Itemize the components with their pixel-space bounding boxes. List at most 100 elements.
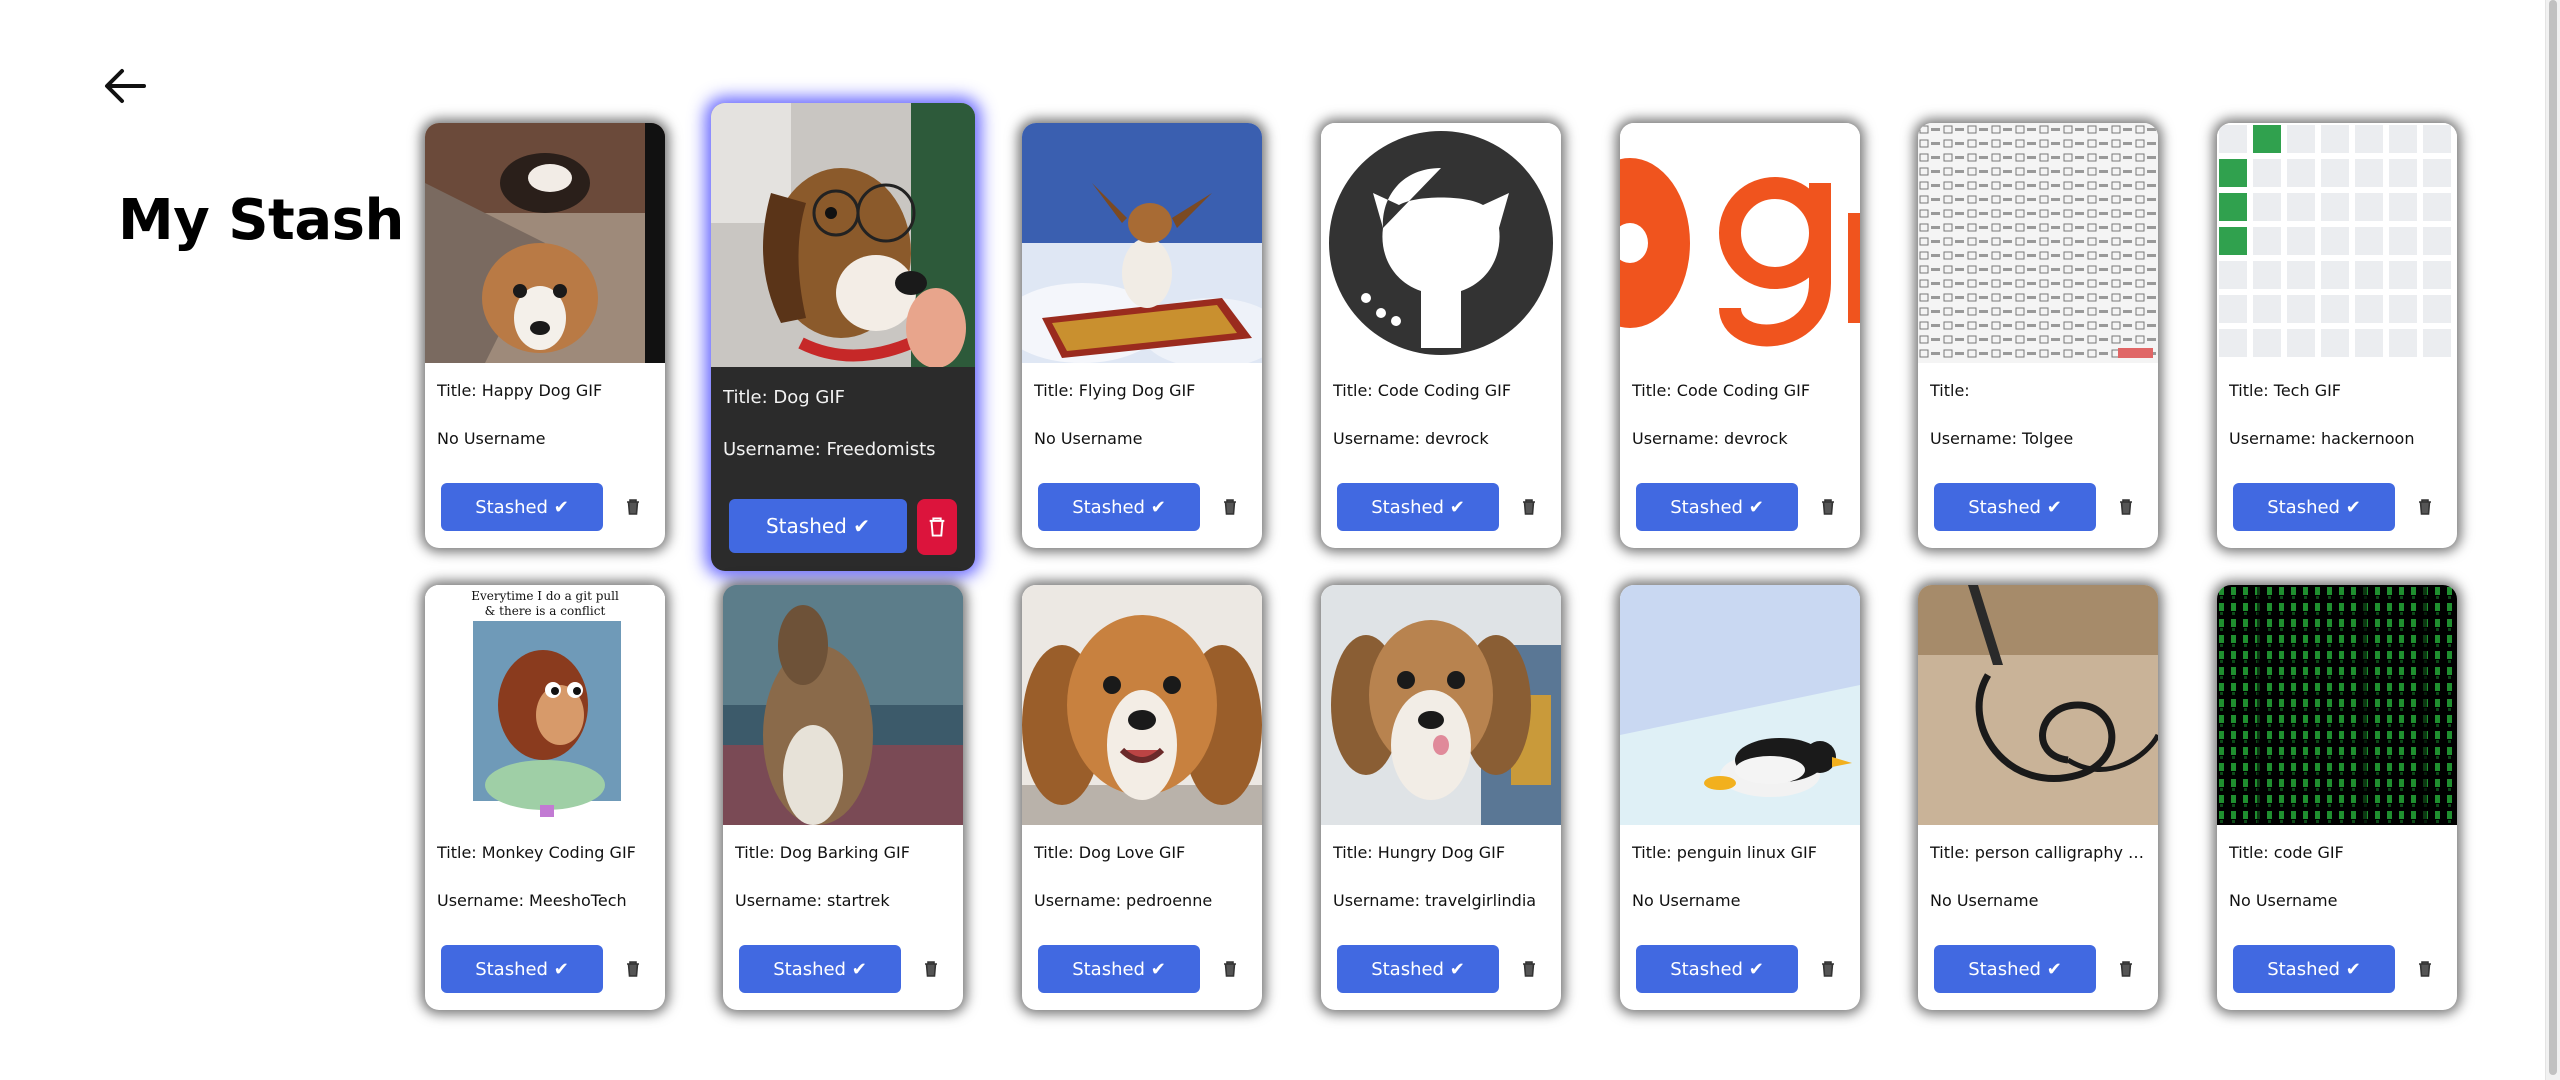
card-username: Username: Freedomists <box>723 439 936 460</box>
gif-card[interactable]: Title: Happy Dog GIF No Username Stashed… <box>425 123 665 548</box>
card-username: Username: Tolgee <box>1930 429 2074 448</box>
gif-card[interactable]: Title: Username: Tolgee Stashed ✔ <box>1918 123 2158 548</box>
card-title: Title: person calligraphy G... <box>1930 843 2146 862</box>
stashed-button[interactable]: Stashed ✔ <box>1337 945 1499 993</box>
gif-card[interactable]: Title: Code Coding GIF Username: devrock… <box>1620 123 1860 548</box>
gif-card[interactable]: Title: Flying Dog GIF No Username Stashe… <box>1022 123 1262 548</box>
trash-icon <box>2419 961 2431 977</box>
gif-image-penguin[interactable] <box>1620 585 1860 825</box>
gif-image-github-logo[interactable] <box>1321 123 1561 363</box>
delete-button[interactable] <box>1515 955 1543 983</box>
stashed-button[interactable]: Stashed ✔ <box>1636 945 1798 993</box>
gif-card[interactable]: Title: penguin linux GIF No Username Sta… <box>1620 585 1860 1010</box>
trash-icon <box>627 499 639 515</box>
delete-button[interactable] <box>917 955 945 983</box>
card-username: Username: hackernoon <box>2229 429 2415 448</box>
arrow-left-icon <box>105 69 146 103</box>
delete-button[interactable] <box>2411 493 2439 521</box>
card-username: No Username <box>1930 891 2039 910</box>
card-username: Username: devrock <box>1333 429 1489 448</box>
card-title: Title: <box>1930 381 1970 400</box>
card-username: Username: pedroenne <box>1034 891 1213 910</box>
delete-button[interactable] <box>1515 493 1543 521</box>
trash-icon <box>1523 961 1535 977</box>
back-button[interactable] <box>100 66 150 106</box>
card-title: Title: penguin linux GIF <box>1632 843 1817 862</box>
gif-image-happy-dog[interactable] <box>425 123 665 363</box>
gif-image-contribution-grid[interactable] <box>2217 123 2457 363</box>
gif-image-calligraphy[interactable] <box>1918 585 2158 825</box>
card-username: No Username <box>2229 891 2338 910</box>
gif-image-star-pattern[interactable] <box>1918 123 2158 363</box>
stashed-button[interactable]: Stashed ✔ <box>1934 483 2096 531</box>
page-scrollbar[interactable] <box>2545 0 2560 1080</box>
stashed-button[interactable]: Stashed ✔ <box>1636 483 1798 531</box>
meme-caption: Everytime I do a git pull & there is a c… <box>471 589 619 618</box>
gif-image-git-logo[interactable] <box>1620 123 1860 363</box>
trash-icon <box>2419 499 2431 515</box>
gif-image-flying-dog[interactable] <box>1022 123 1262 363</box>
stash-page: My Stash Title: Happy Dog GIF No Usernam… <box>0 0 2560 1080</box>
delete-button[interactable] <box>619 955 647 983</box>
delete-button[interactable] <box>2112 493 2140 521</box>
trash-icon <box>2120 499 2132 515</box>
gif-image-matrix-code[interactable] <box>2217 585 2457 825</box>
stashed-button[interactable]: Stashed ✔ <box>729 499 907 553</box>
gif-image-dog-barking[interactable] <box>723 585 963 825</box>
gif-card[interactable]: Title: Hungry Dog GIF Username: travelgi… <box>1321 585 1561 1010</box>
stashed-button[interactable]: Stashed ✔ <box>2233 483 2395 531</box>
delete-button[interactable] <box>619 493 647 521</box>
gif-card[interactable]: Title: Code Coding GIF Username: devrock… <box>1321 123 1561 548</box>
trash-icon <box>1822 961 1834 977</box>
trash-icon <box>929 517 945 537</box>
card-title: Title: Monkey Coding GIF <box>437 843 636 862</box>
gif-card[interactable]: Title: Dog Barking GIF Username: startre… <box>723 585 963 1010</box>
trash-icon <box>2120 961 2132 977</box>
stashed-button[interactable]: Stashed ✔ <box>441 945 603 993</box>
scrollbar-thumb[interactable] <box>2549 0 2557 1075</box>
delete-button[interactable] <box>2112 955 2140 983</box>
card-username: Username: startrek <box>735 891 890 910</box>
gif-card[interactable]: Title: Dog Love GIF Username: pedroenne … <box>1022 585 1262 1010</box>
card-username: Username: devrock <box>1632 429 1788 448</box>
stashed-button[interactable]: Stashed ✔ <box>739 945 901 993</box>
card-username: Username: MeeshoTech <box>437 891 627 910</box>
card-title: Title: Dog GIF <box>723 387 845 408</box>
card-title: Title: Code Coding GIF <box>1632 381 1811 400</box>
gif-card[interactable]: Everytime I do a git pull & there is a c… <box>425 585 665 1010</box>
delete-button[interactable] <box>1216 493 1244 521</box>
card-username: Username: travelgirlindia <box>1333 891 1537 910</box>
trash-icon <box>627 961 639 977</box>
delete-button[interactable] <box>917 499 957 555</box>
gif-image-monkey-meme[interactable]: Everytime I do a git pull & there is a c… <box>425 585 665 825</box>
delete-button[interactable] <box>2411 955 2439 983</box>
card-title: Title: Hungry Dog GIF <box>1333 843 1506 862</box>
trash-icon <box>1224 961 1236 977</box>
trash-icon <box>1224 499 1236 515</box>
delete-button[interactable] <box>1814 493 1842 521</box>
stashed-button[interactable]: Stashed ✔ <box>1038 483 1200 531</box>
card-title: Title: Tech GIF <box>2229 381 2342 400</box>
trash-icon <box>1822 499 1834 515</box>
gif-card[interactable]: Title: Tech GIF Username: hackernoon Sta… <box>2217 123 2457 548</box>
card-username: No Username <box>1034 429 1143 448</box>
gif-image-dog-love[interactable] <box>1022 585 1262 825</box>
gif-card[interactable]: Title: code GIF No Username Stashed ✔ <box>2217 585 2457 1010</box>
gif-card[interactable]: Title: person calligraphy G... No Userna… <box>1918 585 2158 1010</box>
stashed-button[interactable]: Stashed ✔ <box>441 483 603 531</box>
card-title: Title: Happy Dog GIF <box>437 381 603 400</box>
trash-icon <box>1523 499 1535 515</box>
card-username: No Username <box>1632 891 1741 910</box>
gif-card-active[interactable]: Title: Dog GIF Username: Freedomists Sta… <box>711 103 975 571</box>
card-title: Title: Flying Dog GIF <box>1034 381 1196 400</box>
stashed-button[interactable]: Stashed ✔ <box>1038 945 1200 993</box>
card-username: No Username <box>437 429 546 448</box>
card-title: Title: Dog Love GIF <box>1034 843 1186 862</box>
stashed-button[interactable]: Stashed ✔ <box>1337 483 1499 531</box>
delete-button[interactable] <box>1814 955 1842 983</box>
delete-button[interactable] <box>1216 955 1244 983</box>
gif-image-hungry-dog[interactable] <box>1321 585 1561 825</box>
stashed-button[interactable]: Stashed ✔ <box>2233 945 2395 993</box>
stashed-button[interactable]: Stashed ✔ <box>1934 945 2096 993</box>
gif-image-dog-glasses[interactable] <box>711 103 975 367</box>
